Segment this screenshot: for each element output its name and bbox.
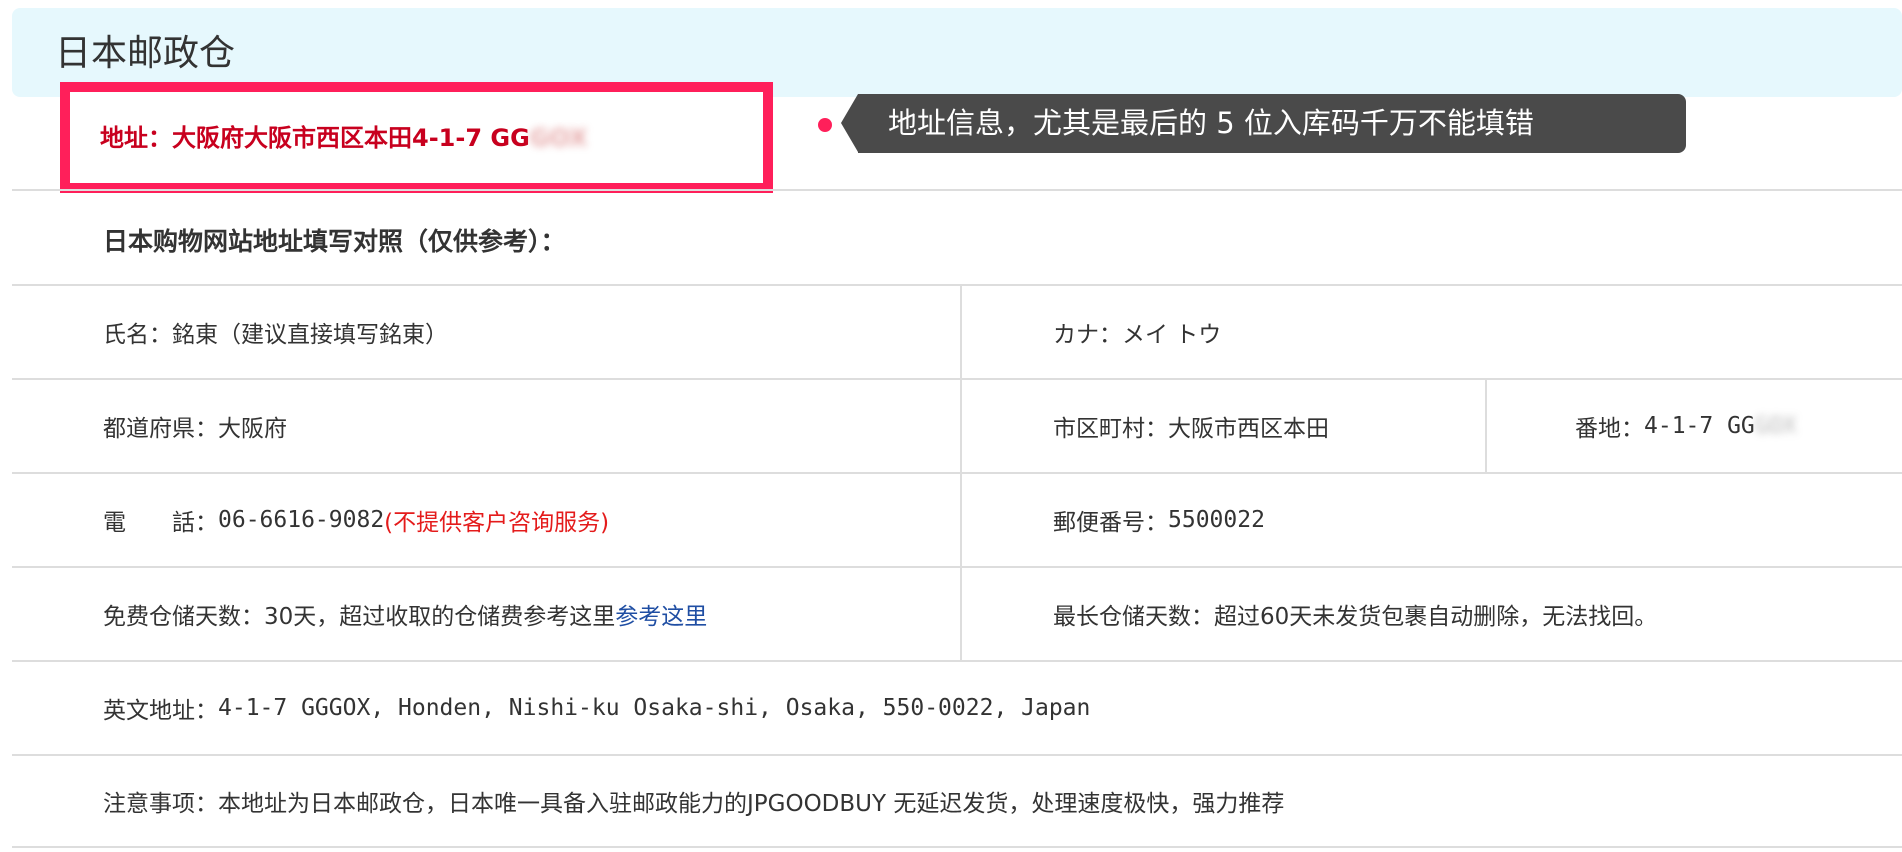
cell-value: 銘東（建议直接填写銘東）: [172, 322, 448, 348]
cell-value: 4-1-7 GGGOX, Honden, Nishi-ku Osaka-shi,…: [218, 695, 1091, 721]
city-cell: 市区町村： 大阪市西区本田: [960, 380, 1329, 472]
address-value: 大阪府大阪市西区本田4-1-7 GG: [172, 124, 530, 152]
cell-label: 電 話：: [103, 510, 218, 536]
table-row: 英文地址： 4-1-7 GGGOX, Honden, Nishi-ku Osaka…: [12, 660, 1902, 754]
page-title: 日本邮政仓: [55, 33, 236, 74]
cell-value: 大阪市西区本田: [1168, 416, 1329, 442]
free-storage-cell: 免费仓储天数： 30天，超过收取的仓储费参考这里 参考这里: [103, 568, 707, 660]
cell-label: 氏名：: [103, 322, 172, 348]
cell-value: 30天，超过收取的仓储费参考这里: [264, 604, 616, 630]
cell-label: 免费仓储天数：: [103, 604, 264, 630]
blurred-code: GOX: [1754, 413, 1797, 439]
cell-label: 英文地址：: [103, 698, 218, 724]
cell-value: 超过60天未发货包裹自动删除，无法找回。: [1214, 604, 1658, 630]
prefecture-cell: 都道府県： 大阪府: [103, 380, 287, 472]
cell-label: 注意事项：: [103, 791, 218, 817]
table-row: 氏名： 銘東（建议直接填写銘東） カナ： メイ トウ: [12, 284, 1902, 378]
cell-label: 市区町村：: [1053, 416, 1168, 442]
cell-label: カナ：: [1053, 322, 1122, 348]
phone-cell: 電 話： 06-6616-9082 (不提供客户咨询服务): [103, 474, 609, 566]
cell-label: 都道府県：: [103, 416, 218, 442]
cell-label: 郵便番号：: [1053, 510, 1168, 536]
notes-cell: 注意事项： 本地址为日本邮政仓，日本唯一具备入驻邮政能力的JPGOODBUY 无延…: [103, 756, 1284, 846]
english-address-cell: 英文地址： 4-1-7 GGGOX, Honden, Nishi-ku Osaka…: [103, 662, 1090, 754]
annotation-tooltip: 地址信息，尤其是最后的 5 位入库码千万不能填错: [841, 94, 1686, 153]
cell-value: 4-1-7 GG: [1644, 413, 1755, 439]
cell-label: 最长仓储天数：: [1053, 604, 1214, 630]
table-row: 注意事项： 本地址为日本邮政仓，日本唯一具备入驻邮政能力的JPGOODBUY 无延…: [12, 754, 1902, 848]
highlighted-address: 地址：大阪府大阪市西区本田4-1-7 GGGOX: [100, 118, 588, 153]
table-row: 都道府県： 大阪府 市区町村： 大阪市西区本田 番地： 4-1-7 GG GOX: [12, 378, 1902, 472]
phone-number: 06-6616-9082: [218, 507, 385, 533]
max-storage-cell: 最长仓储天数： 超过60天未发货包裹自动删除，无法找回。: [960, 568, 1657, 660]
blurred-code: GOX: [529, 124, 588, 152]
cell-value: 大阪府: [218, 416, 287, 442]
table-row: 電 話： 06-6616-9082 (不提供客户咨询服务) 郵便番号： 5500022: [12, 472, 1902, 566]
cell-value: メイ トウ: [1122, 322, 1222, 348]
name-cell: 氏名： 銘東（建议直接填写銘東）: [103, 286, 448, 378]
cell-value: 5500022: [1168, 507, 1265, 533]
cell-label: 番地：: [1575, 416, 1644, 442]
table-row: 免费仓储天数： 30天，超过收取的仓储费参考这里 参考这里 最长仓储天数： 超过60天…: [12, 566, 1902, 660]
kana-cell: カナ： メイ トウ: [960, 286, 1221, 378]
banchi-cell: 番地： 4-1-7 GG GOX: [1485, 380, 1796, 472]
address-highlight-box: 地址：大阪府大阪市西区本田4-1-7 GGGOX: [60, 82, 773, 193]
divider: [12, 189, 1902, 191]
phone-note: (不提供客户咨询服务): [384, 510, 610, 536]
annotation-dot-icon: [818, 118, 832, 132]
section-heading: 日本购物网站地址填写对照（仅供参考）：: [103, 227, 566, 256]
cell-value: 本地址为日本邮政仓，日本唯一具备入驻邮政能力的JPGOODBUY 无延迟发货，处…: [218, 791, 1285, 817]
postal-cell: 郵便番号： 5500022: [960, 474, 1265, 566]
storage-fee-link[interactable]: 参考这里: [615, 597, 707, 631]
address-label: 地址：: [100, 124, 172, 152]
